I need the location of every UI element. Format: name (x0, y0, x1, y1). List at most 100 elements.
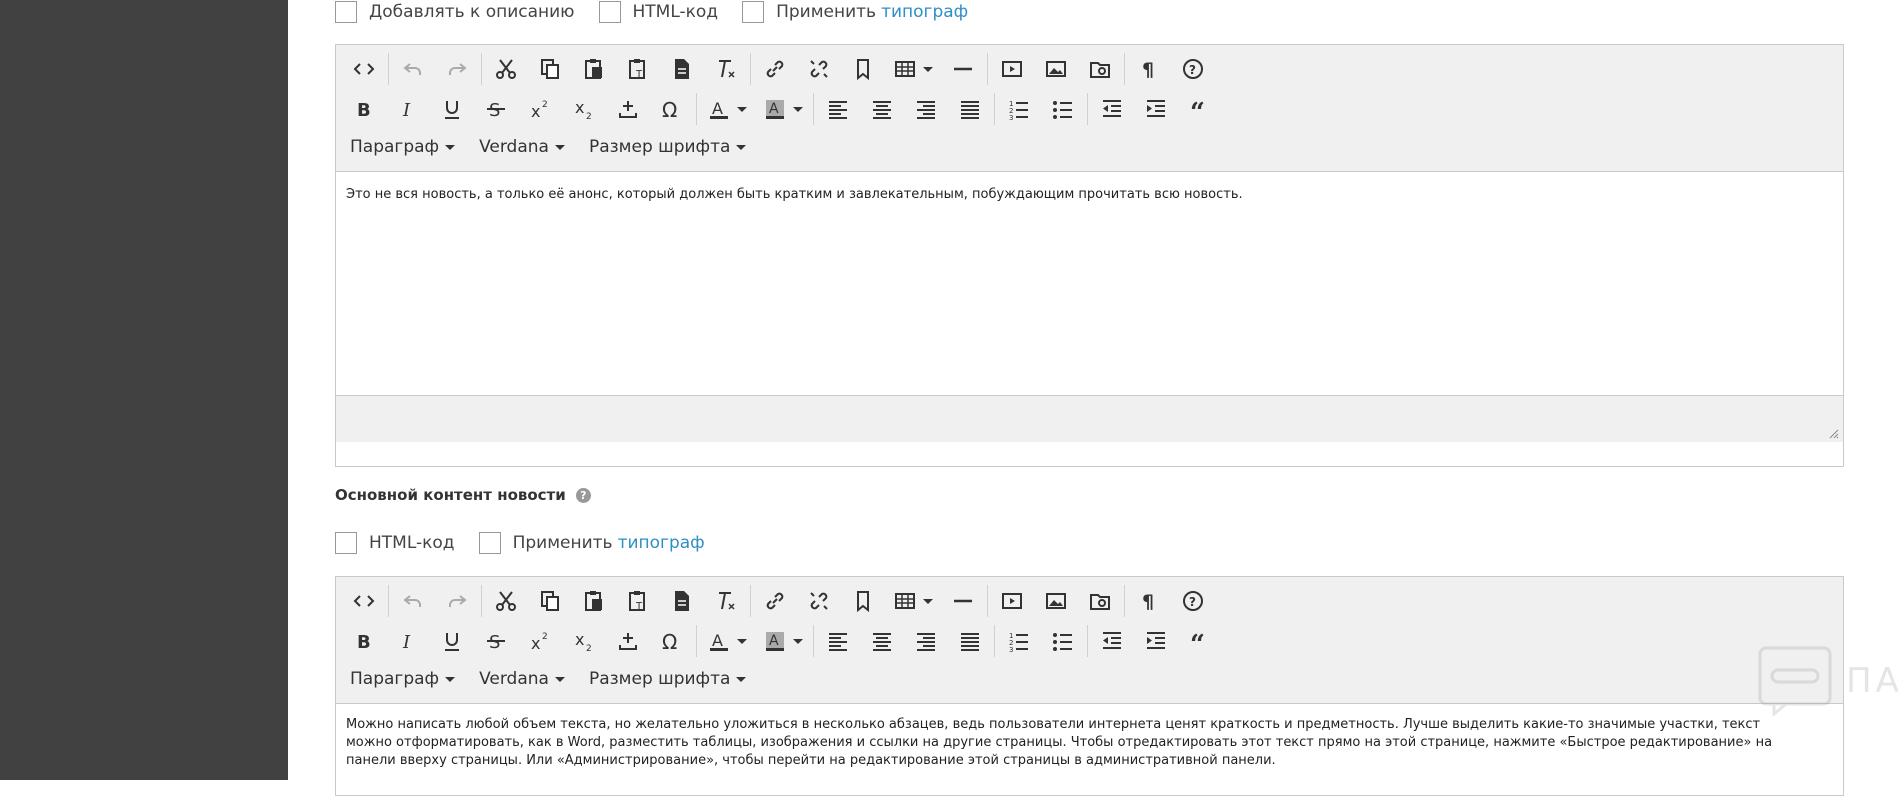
blockquote-icon[interactable]: “ (1178, 623, 1222, 659)
question-icon[interactable]: ? (575, 487, 591, 503)
editor-content-area[interactable]: Это не вся новость, а только её анонс, к… (336, 172, 1843, 395)
redo-icon[interactable] (435, 51, 479, 87)
link-icon[interactable] (753, 51, 797, 87)
indent-icon[interactable] (1134, 91, 1178, 127)
paste-text-icon[interactable]: T (616, 583, 660, 619)
subscript-icon[interactable]: x2 (562, 623, 606, 659)
align-center-icon[interactable] (860, 91, 904, 127)
typograph-checkbox[interactable] (478, 532, 501, 554)
html-code-option[interactable]: HTML-код (598, 1, 718, 23)
add-to-description-option[interactable]: Добавлять к описанию (335, 1, 575, 23)
paste-icon[interactable] (572, 51, 616, 87)
align-justify-icon[interactable] (948, 623, 992, 659)
italic-icon[interactable]: I (386, 623, 430, 659)
paragraph-dropdown[interactable]: Параграф (350, 137, 456, 157)
omega-icon[interactable]: Ω (650, 623, 694, 659)
paragraph-dropdown[interactable]: Параграф (350, 669, 456, 689)
text-color-icon[interactable]: A (699, 91, 755, 127)
editor-content-area[interactable]: Можно написать любой объем текста, но же… (336, 704, 1843, 784)
align-left-icon[interactable] (816, 91, 860, 127)
unlink-icon[interactable] (797, 51, 841, 87)
redo-icon[interactable] (435, 583, 479, 619)
typograph-link[interactable]: типограф (618, 533, 705, 553)
add-to-description-checkbox[interactable] (335, 1, 357, 23)
font-dropdown[interactable]: Verdana (479, 669, 565, 689)
clear-format-icon[interactable] (704, 51, 748, 87)
bg-color-icon[interactable]: A (755, 91, 811, 127)
strikethrough-icon[interactable]: S (474, 91, 518, 127)
paste-text-icon[interactable]: T (616, 51, 660, 87)
typograph-link[interactable]: типограф (881, 2, 968, 22)
blockquote-icon[interactable]: “ (1178, 91, 1222, 127)
text-color-icon[interactable]: A (699, 623, 755, 659)
align-right-icon[interactable] (904, 623, 948, 659)
underline-icon[interactable] (430, 91, 474, 127)
insert-icon[interactable] (606, 91, 650, 127)
media-icon[interactable] (990, 583, 1034, 619)
typograph-option[interactable]: Применить типограф (742, 1, 968, 23)
numbered-list-icon[interactable]: 123 (997, 91, 1041, 127)
omega-icon[interactable]: Ω (650, 91, 694, 127)
undo-icon[interactable] (391, 583, 435, 619)
html-code-checkbox[interactable] (335, 532, 357, 554)
clear-format-icon[interactable] (704, 583, 748, 619)
bold-icon[interactable]: B (342, 623, 386, 659)
cut-icon[interactable] (484, 583, 528, 619)
table-icon[interactable] (885, 51, 941, 87)
html-code-checkbox[interactable] (598, 1, 621, 23)
bg-color-icon[interactable]: A (755, 623, 811, 659)
strikethrough-icon[interactable]: S (474, 623, 518, 659)
paste-word-icon[interactable] (660, 583, 704, 619)
insert-icon[interactable] (606, 623, 650, 659)
font-dropdown[interactable]: Verdana (479, 137, 565, 157)
align-center-icon[interactable] (860, 623, 904, 659)
show-blocks-icon[interactable]: ¶ (1127, 51, 1171, 87)
anchor-icon[interactable] (841, 51, 885, 87)
copy-icon[interactable] (528, 51, 572, 87)
html-code-option[interactable]: HTML-код (335, 532, 455, 554)
file-manager-icon[interactable] (1078, 51, 1122, 87)
typograph-option[interactable]: Применить типограф (478, 532, 705, 554)
font-size-dropdown[interactable]: Размер шрифта (589, 137, 747, 157)
image-icon[interactable] (1034, 51, 1078, 87)
align-right-icon[interactable] (904, 91, 948, 127)
align-justify-icon[interactable] (948, 91, 992, 127)
subscript-icon[interactable]: x2 (562, 91, 606, 127)
outdent-icon[interactable] (1090, 91, 1134, 127)
code-icon[interactable] (342, 51, 386, 87)
image-icon[interactable] (1034, 583, 1078, 619)
hr-icon[interactable] (941, 51, 985, 87)
table-icon[interactable] (885, 583, 941, 619)
hr-icon[interactable] (941, 583, 985, 619)
copy-icon[interactable] (528, 583, 572, 619)
indent-icon[interactable] (1134, 623, 1178, 659)
help-icon[interactable]: ? (1171, 583, 1215, 619)
toolbar-separator (1124, 53, 1125, 85)
paste-word-icon[interactable] (660, 51, 704, 87)
unlink-icon[interactable] (797, 583, 841, 619)
show-blocks-icon[interactable]: ¶ (1127, 583, 1171, 619)
typograph-checkbox[interactable] (742, 1, 765, 23)
link-icon[interactable] (753, 583, 797, 619)
help-icon[interactable]: ? (1171, 51, 1215, 87)
bullet-list-icon[interactable] (1041, 91, 1085, 127)
cut-icon[interactable] (484, 51, 528, 87)
numbered-list-icon[interactable]: 123 (997, 623, 1041, 659)
resize-grip-icon[interactable] (1827, 427, 1839, 439)
bold-icon[interactable]: B (342, 91, 386, 127)
paste-icon[interactable] (572, 583, 616, 619)
anchor-icon[interactable] (841, 583, 885, 619)
italic-icon[interactable]: I (386, 91, 430, 127)
undo-icon[interactable] (391, 51, 435, 87)
font-size-dropdown[interactable]: Размер шрифта (589, 669, 747, 689)
align-left-icon[interactable] (816, 623, 860, 659)
bullet-list-icon[interactable] (1041, 623, 1085, 659)
superscript-icon[interactable]: x2 (518, 623, 562, 659)
outdent-icon[interactable] (1090, 623, 1134, 659)
media-icon[interactable] (990, 51, 1034, 87)
file-manager-icon[interactable] (1078, 583, 1122, 619)
underline-icon[interactable] (430, 623, 474, 659)
toolbar-menus: Параграф Verdana Размер шрифта (342, 129, 1837, 165)
superscript-icon[interactable]: x2 (518, 91, 562, 127)
code-icon[interactable] (342, 583, 386, 619)
